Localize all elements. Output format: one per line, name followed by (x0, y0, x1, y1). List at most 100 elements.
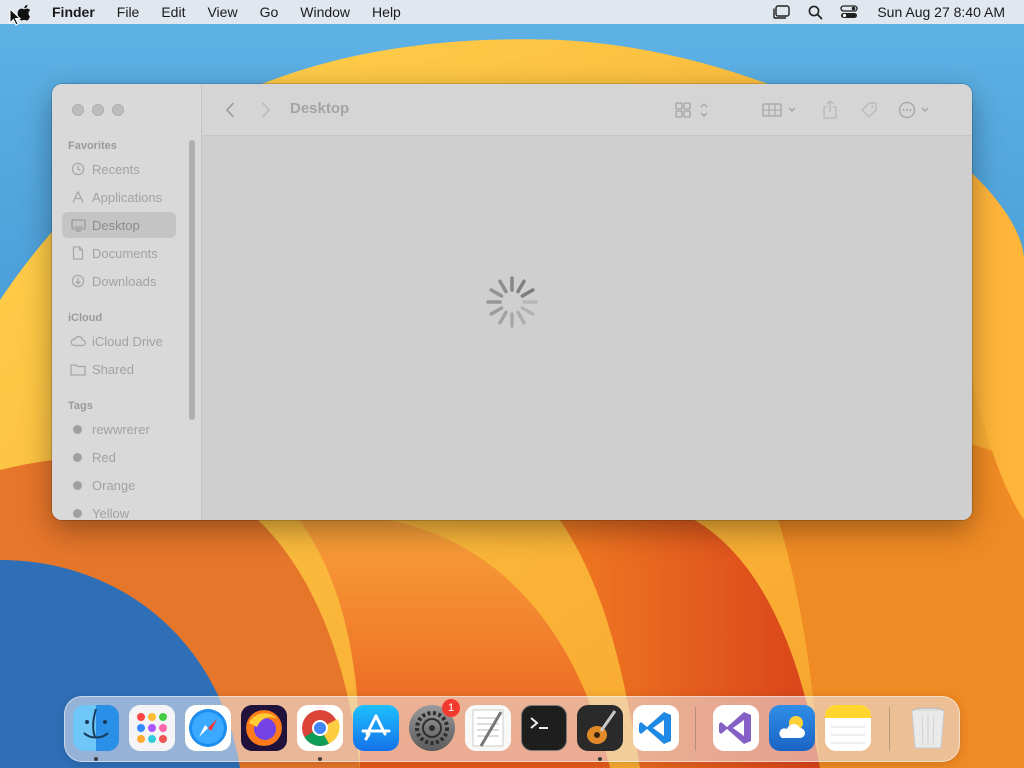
sidebar-tag-red[interactable]: Red (62, 444, 176, 470)
sidebar-item-label: iCloud Drive (92, 333, 163, 349)
spinner-spoke (516, 279, 526, 294)
sidebar-item-label: Applications (92, 189, 163, 205)
dock-weather-icon[interactable] (769, 705, 815, 751)
dock-chrome-icon[interactable] (297, 705, 343, 751)
menu-bar-clock[interactable]: Sun Aug 27 8:40 AM (877, 4, 1005, 20)
control-center-icon[interactable] (839, 2, 859, 22)
window-controls (72, 104, 132, 116)
sidebar-item-label: Shared (92, 361, 134, 377)
tag-icon (861, 102, 877, 118)
menu-file[interactable]: File (117, 4, 140, 20)
sidebar-item-icloud-drive[interactable]: iCloud Drive (62, 328, 176, 354)
shared-folder-icon (70, 361, 86, 377)
menu-edit[interactable]: Edit (161, 4, 185, 20)
dock-separator (889, 707, 890, 751)
spotlight-search-icon[interactable] (805, 2, 825, 22)
running-indicator (598, 757, 602, 761)
cloud-icon (70, 333, 86, 349)
chevron-right-icon (262, 102, 270, 118)
dock-terminal-icon[interactable] (521, 705, 567, 751)
window-title: Desktop (290, 100, 350, 117)
sidebar-item-label: Orange (92, 477, 136, 493)
spinner-spoke (498, 279, 508, 294)
sidebar-item-label: rewwrerer (92, 421, 150, 437)
dock-notes-icon[interactable] (825, 705, 871, 751)
applications-icon (70, 189, 86, 205)
icon-view-grid-icon (675, 102, 708, 118)
sidebar-heading-tags: Tags (68, 400, 93, 412)
menu-go[interactable]: Go (260, 4, 279, 20)
minimize-window-button[interactable] (92, 104, 104, 116)
more-actions-button[interactable] (896, 98, 938, 122)
sidebar-item-applications[interactable]: Applications (62, 184, 176, 210)
sidebar-tag-rewwrerer[interactable]: rewwrerer (62, 416, 176, 442)
running-indicator (318, 757, 322, 761)
menu-bar: Finder File Edit View Go Window Help Sun… (0, 0, 1024, 24)
sidebar-item-downloads[interactable]: Downloads (62, 268, 176, 294)
sidebar-item-documents[interactable]: Documents (62, 240, 176, 266)
dock-trash-icon[interactable] (905, 705, 951, 751)
group-items-icon (762, 103, 796, 117)
sidebar-item-label: Yellow (92, 505, 130, 521)
desktop-icon (70, 217, 86, 233)
dock-visual-studio-icon[interactable] (713, 705, 759, 751)
sidebar-item-label: Documents (92, 245, 158, 261)
share-icon (823, 100, 837, 119)
dock-textedit-icon[interactable] (465, 705, 511, 751)
view-mode-button[interactable] (672, 98, 712, 122)
clock-icon (70, 161, 86, 177)
spinner-spoke (489, 306, 504, 316)
chevron-left-icon (226, 102, 234, 118)
menu-app-finder[interactable]: Finder (52, 4, 95, 20)
tag-color-dot (73, 424, 82, 434)
download-icon (70, 273, 86, 289)
close-window-button[interactable] (72, 104, 84, 116)
dock-firefox-icon[interactable] (241, 705, 287, 751)
dock: 1 (64, 696, 960, 762)
sidebar-heading-icloud: iCloud (68, 312, 103, 324)
document-icon (70, 245, 86, 261)
sidebar-item-label: Desktop (92, 217, 140, 233)
spinner-spoke (489, 288, 504, 298)
mouse-pointer-icon (9, 8, 21, 26)
sidebar-tag-yellow[interactable]: Yellow (62, 500, 176, 520)
stage-manager-icon[interactable] (771, 2, 791, 22)
finder-sidebar: Favorites Recents Applications Desktop D… (52, 84, 202, 520)
group-by-button[interactable] (760, 98, 802, 122)
notification-badge: 1 (442, 699, 460, 717)
sidebar-scrollbar[interactable] (189, 140, 195, 420)
forward-button[interactable] (256, 98, 276, 122)
finder-toolbar: Desktop (202, 84, 972, 136)
running-indicator (94, 757, 98, 761)
finder-window: Favorites Recents Applications Desktop D… (52, 84, 972, 520)
dock-finder-icon[interactable] (73, 705, 119, 751)
menu-help[interactable]: Help (372, 4, 401, 20)
menu-view[interactable]: View (207, 4, 237, 20)
tag-color-dot (73, 452, 82, 462)
back-button[interactable] (220, 98, 240, 122)
dock-vscode-icon[interactable] (633, 705, 679, 751)
sidebar-item-label: Downloads (92, 273, 157, 289)
dock-safari-icon[interactable] (185, 705, 231, 751)
dock-app-store-icon[interactable] (353, 705, 399, 751)
sidebar-tag-orange[interactable]: Orange (62, 472, 176, 498)
sidebar-heading-favorites: Favorites (68, 140, 117, 152)
sidebar-item-recents[interactable]: Recents (62, 156, 176, 182)
tag-color-dot (73, 508, 82, 518)
zoom-window-button[interactable] (112, 104, 124, 116)
spinner-spoke (516, 310, 526, 325)
menu-window[interactable]: Window (300, 4, 350, 20)
dock-separator (695, 707, 696, 751)
spinner-spoke (520, 288, 535, 298)
spinner-spoke (498, 310, 508, 325)
share-button[interactable] (818, 98, 842, 122)
sidebar-item-label: Recents (92, 161, 140, 177)
dock-launchpad-icon[interactable] (129, 705, 175, 751)
dock-garageband-icon[interactable] (577, 705, 623, 751)
loading-spinner-icon (486, 276, 538, 328)
finder-content-area[interactable] (202, 136, 972, 520)
sidebar-item-desktop[interactable]: Desktop (62, 212, 176, 238)
sidebar-item-shared[interactable]: Shared (62, 356, 176, 382)
tag-button[interactable] (857, 98, 881, 122)
sidebar-item-label: Red (92, 449, 116, 465)
